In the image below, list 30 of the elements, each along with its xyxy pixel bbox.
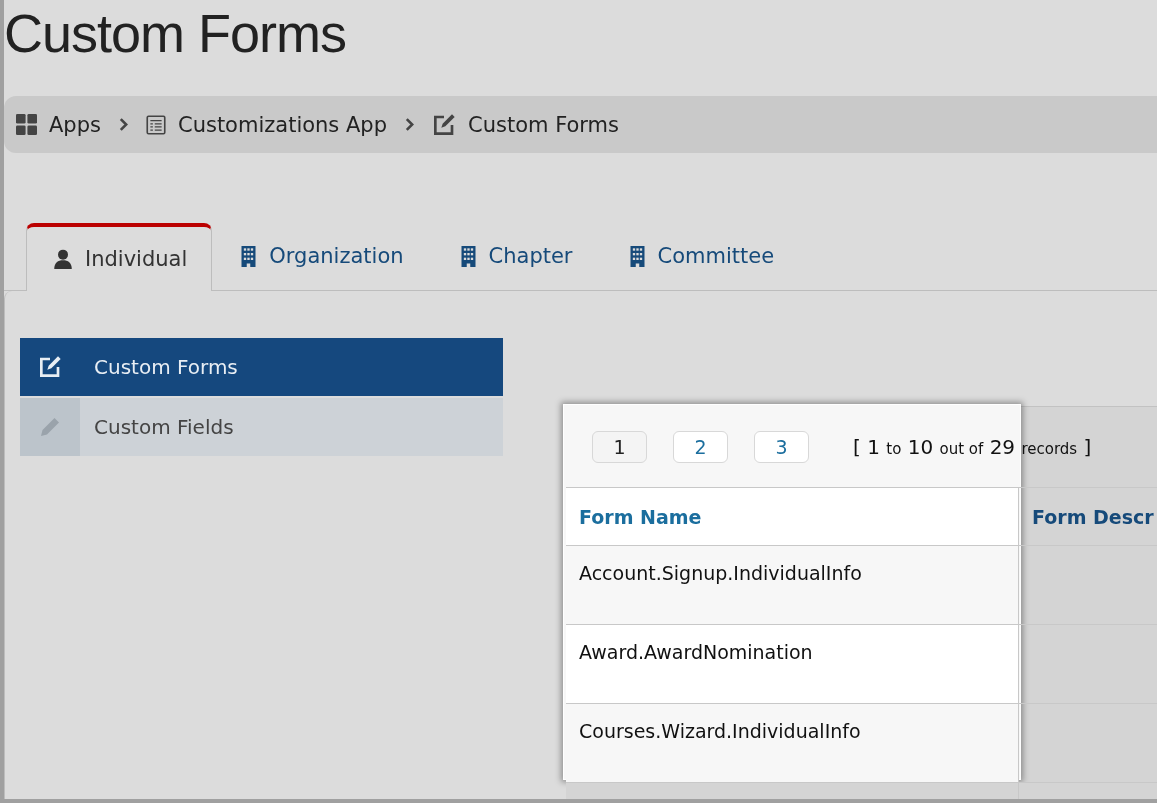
page-button[interactable]: 3 [754, 431, 809, 463]
tab[interactable]: Chapter [431, 223, 601, 289]
edit-icon [432, 112, 456, 137]
table-cell: Courses.Wizard.IndividualInfo [566, 704, 1019, 783]
pencil-icon [38, 415, 62, 439]
sidebar-item[interactable]: Custom Forms [20, 338, 503, 396]
column-header[interactable]: Form Name [566, 488, 1019, 546]
grid-icon [16, 114, 37, 135]
tab[interactable]: Committee [600, 223, 803, 289]
table-cell: Account.Signup.IndividualInfo [566, 546, 1019, 625]
column-header[interactable]: Form Descr [1019, 488, 1157, 546]
page-button[interactable]: 2 [673, 431, 728, 463]
person-icon [53, 249, 73, 269]
page-title: Custom Forms [4, 2, 348, 65]
page-button[interactable]: 1 [592, 431, 647, 463]
breadcrumb-link[interactable]: Apps [49, 112, 101, 137]
edit-icon [38, 355, 62, 379]
breadcrumb-link[interactable]: Custom Forms [468, 112, 619, 137]
breadcrumb-link[interactable]: Customizations App [177, 112, 387, 137]
building-icon [240, 245, 258, 267]
building-icon [459, 245, 477, 267]
records-summary: [ 1 to 10 out of 29 records ] [853, 435, 1092, 459]
table-cell: Award.AwardNomination [566, 625, 1019, 704]
tab[interactable]: Individual [26, 223, 213, 291]
chevron-icon [405, 118, 414, 131]
tab[interactable]: Organization [212, 223, 432, 289]
building-icon [628, 245, 646, 267]
chevron-icon [118, 118, 128, 131]
list-icon [145, 114, 166, 135]
sidebar-item[interactable]: Custom Fields [20, 398, 503, 456]
